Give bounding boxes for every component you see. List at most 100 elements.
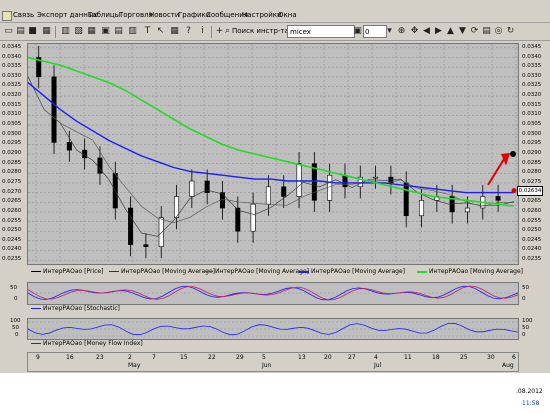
menu-item-tables[interactable]: Таблицы: [88, 11, 120, 19]
date-tick: 15: [180, 354, 188, 361]
marker-dot: [511, 188, 517, 194]
stoch-tick: 50: [10, 285, 17, 291]
date-tick: 11: [404, 354, 412, 361]
candle-body: [403, 182, 409, 217]
legend-item-ma4: ИнтерРАОао [Moving Average]: [417, 268, 523, 275]
stochastic-legend: ИнтерРАОао [Stochastic]: [27, 305, 517, 315]
annotation-arrow: [487, 155, 507, 186]
new-window-icon[interactable]: ▭: [3, 26, 14, 37]
price-tick: 0.0335: [2, 63, 22, 70]
date-axis: 9 16 23 2 7 15 22 29 5 13 20 27 4 11 18 …: [27, 352, 519, 372]
marker-dot: [510, 151, 516, 157]
legend-label: ИнтерРАОао [Price]: [43, 268, 104, 275]
order-icon[interactable]: ▤: [113, 26, 124, 37]
news-icon[interactable]: ▣: [100, 26, 111, 37]
date-tick: 6: [512, 354, 516, 361]
print-icon[interactable]: ▦: [41, 26, 52, 37]
price-tick: 0.0235: [2, 256, 22, 263]
table-icon[interactable]: ▥: [60, 26, 71, 37]
candle-body: [51, 76, 57, 143]
chart-icon[interactable]: ▧: [73, 26, 84, 37]
price-tick: 0.0330: [522, 72, 542, 79]
candle-body: [158, 217, 164, 247]
price-tick: 0.0300: [2, 130, 22, 137]
price-tick: 0.0320: [2, 92, 22, 99]
candle-body: [143, 244, 149, 247]
refresh-icon[interactable]: ⟳: [469, 26, 480, 37]
taskbar-clock: 11:58: [522, 400, 540, 407]
candle-body: [219, 192, 225, 209]
month-label: Jul: [374, 362, 382, 369]
legend-label: ИнтерРАОао [Moving Average]: [311, 268, 406, 275]
arrow-up-icon[interactable]: ▲: [445, 26, 456, 37]
mfi-tick: 0: [15, 332, 19, 338]
stoch-tick: 0: [522, 296, 526, 302]
candle-body: [495, 196, 501, 201]
help-icon[interactable]: ?: [183, 26, 194, 37]
price-tick: 0.0345: [2, 43, 22, 50]
price-tick: 0.0280: [522, 169, 542, 176]
ma-line-mid: [27, 76, 514, 224]
pointer-icon[interactable]: ↖: [155, 26, 166, 37]
save-icon[interactable]: ■: [27, 26, 38, 37]
ma-line-fast: [27, 76, 515, 237]
menu-item-windows[interactable]: Окна: [278, 11, 297, 19]
date-tick: 4: [374, 354, 378, 361]
menu-item-connection[interactable]: Связь: [13, 11, 34, 19]
mfi-panel[interactable]: [27, 318, 519, 340]
date-tick: 2: [128, 354, 132, 361]
price-tick: 0.0260: [2, 207, 22, 214]
arrow-left-icon[interactable]: ◀: [421, 26, 432, 37]
chart-settings-icon[interactable]: ▣: [352, 26, 363, 37]
candle-body: [464, 207, 470, 213]
level-icon[interactable]: ▥: [127, 26, 138, 37]
legend-label: ИнтерРАОао [Stochastic]: [43, 305, 120, 312]
date-tick: 16: [66, 354, 74, 361]
crosshair-tool-icon[interactable]: ⊕: [396, 26, 407, 37]
price-tick: 0.0265: [522, 198, 542, 205]
candle-body: [235, 207, 241, 232]
price-tick: 0.0290: [2, 150, 22, 156]
price-tick: 0.0330: [2, 72, 22, 79]
menu-item-settings[interactable]: Настройки: [242, 11, 282, 19]
lock-icon[interactable]: ▤: [481, 26, 492, 37]
date-tick: 22: [208, 354, 216, 361]
arrow-right-icon[interactable]: ▶: [433, 26, 444, 37]
price-tick: 0.0340: [522, 53, 542, 60]
price-tick: 0.0310: [2, 111, 22, 118]
date-tick: 29: [236, 354, 244, 361]
menu-item-news[interactable]: Новости: [149, 11, 179, 19]
legend-item-ma1: ИнтерРАОао [Moving Average]: [109, 268, 215, 275]
price-tick: 0.0310: [522, 111, 542, 118]
price-tick: 0.0285: [2, 159, 22, 166]
grid-icon[interactable]: ▦: [86, 26, 97, 37]
arrow-down-icon[interactable]: ▼: [457, 26, 468, 37]
legend-swatch: [417, 270, 427, 273]
price-chart-svg: [27, 44, 518, 264]
move-icon[interactable]: ✥: [409, 26, 420, 37]
month-label: May: [128, 362, 141, 369]
menu-item-trading[interactable]: Торговля: [119, 11, 153, 19]
toolbar-separator: [55, 26, 56, 38]
toolbar: ▭ ▤ ■ ▦ ▥ ▧ ▦ ▣ ▤ ▥ T ↖ ▦ ? i + ⌕ Поиск …: [0, 24, 550, 41]
target-icon[interactable]: ◎: [493, 26, 504, 37]
sync-icon[interactable]: ↻: [505, 26, 516, 37]
date-tick: 7: [152, 354, 156, 361]
price-tick: 0.0250: [522, 227, 542, 234]
price-chart[interactable]: [27, 43, 519, 265]
candle-body: [281, 186, 287, 197]
folder-icon[interactable]: ▤: [15, 26, 26, 37]
ma-line-green: [27, 56, 515, 207]
stochastic-panel[interactable]: [27, 282, 519, 305]
search-input[interactable]: [287, 25, 355, 38]
date-tick: 25: [460, 354, 468, 361]
legend-item-ma2: ИнтерРАОао [Moving Average]: [203, 268, 309, 275]
info-icon[interactable]: i: [197, 26, 208, 37]
app-icon: [2, 11, 12, 21]
date-tick: 27: [348, 354, 356, 361]
zoom-dropdown-icon[interactable]: ▾: [384, 26, 395, 37]
calendar-icon[interactable]: ▦: [169, 26, 180, 37]
price-tick: 0.0240: [2, 246, 22, 253]
candle-body: [296, 163, 302, 197]
text-tool-icon[interactable]: T: [142, 26, 153, 37]
